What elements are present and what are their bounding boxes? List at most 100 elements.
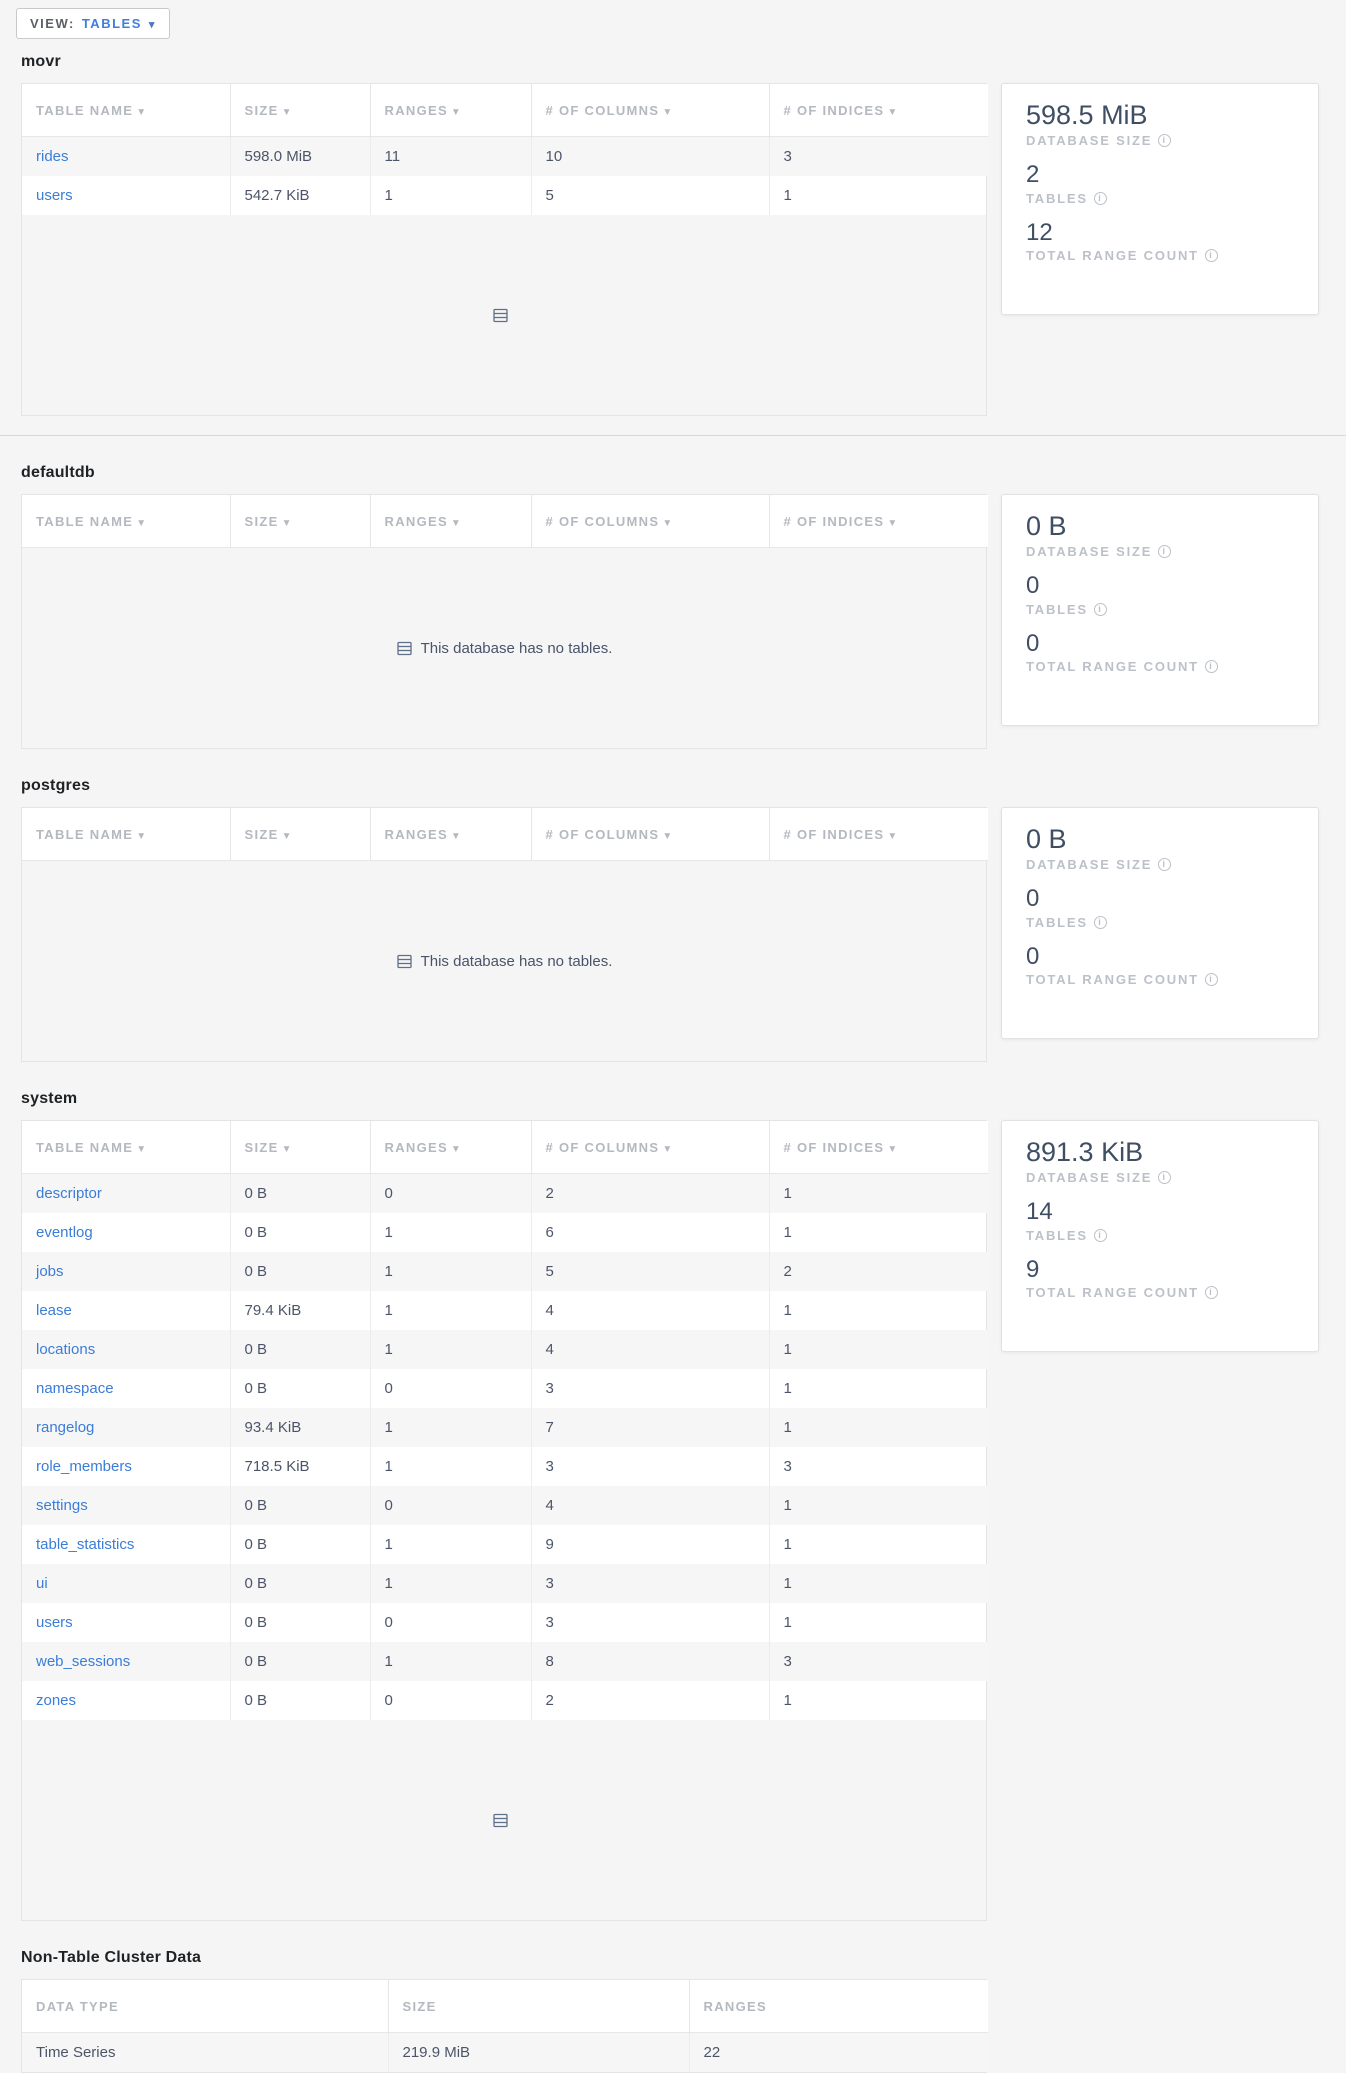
table-header-row: TABLE NAME▼SIZE▼RANGES▼# OF COLUMNS▼# OF… <box>22 808 988 861</box>
database-size-value: 598.5 MiB <box>1026 100 1294 131</box>
table-count-label: TABLES <box>1026 1228 1088 1243</box>
database-section-postgres: postgres TABLE NAME▼SIZE▼RANGES▼# OF COL… <box>21 777 1346 1062</box>
table-name-link[interactable]: rides <box>36 148 69 165</box>
cell-size: 718.5 KiB <box>230 1447 370 1486</box>
column-header--of-columns[interactable]: # OF COLUMNS▼ <box>531 1121 769 1174</box>
info-icon[interactable]: i <box>1094 603 1107 616</box>
sort-caret-icon: ▼ <box>887 831 898 842</box>
cell-indices: 2 <box>769 1252 988 1291</box>
table-name-link[interactable]: eventlog <box>36 1224 93 1241</box>
table-name-link[interactable]: zones <box>36 1692 76 1709</box>
column-header-ranges[interactable]: RANGES▼ <box>370 1121 531 1174</box>
column-header-label: DATA TYPE <box>36 1999 119 2014</box>
cell-columns: 6 <box>531 1213 769 1252</box>
database-size-label: DATABASE SIZE <box>1026 1170 1152 1185</box>
sort-caret-icon: ▼ <box>887 107 898 118</box>
non-table-data-row: Time Series219.9 MiB22 <box>22 2033 988 2073</box>
cell-ranges: 1 <box>370 1447 531 1486</box>
table-name-link[interactable]: rangelog <box>36 1419 94 1436</box>
column-header-label: # OF COLUMNS <box>546 514 660 529</box>
table-name-link[interactable]: lease <box>36 1302 72 1319</box>
column-header-size[interactable]: SIZE▼ <box>230 808 370 861</box>
column-header-size[interactable]: SIZE▼ <box>230 1121 370 1174</box>
cell-table-name: ui <box>22 1564 230 1603</box>
empty-state <box>22 215 986 415</box>
column-header--of-indices[interactable]: # OF INDICES▼ <box>769 84 988 137</box>
info-icon[interactable]: i <box>1094 916 1107 929</box>
tables-table: TABLE NAME▼SIZE▼RANGES▼# OF COLUMNS▼# OF… <box>21 494 987 749</box>
column-header-size: SIZE <box>388 1980 689 2033</box>
column-header--of-indices[interactable]: # OF INDICES▼ <box>769 808 988 861</box>
column-header--of-indices[interactable]: # OF INDICES▼ <box>769 1121 988 1174</box>
table-name-link[interactable]: users <box>36 187 73 204</box>
empty-state-message: This database has no tables. <box>421 953 613 970</box>
column-header--of-columns[interactable]: # OF COLUMNS▼ <box>531 808 769 861</box>
table-row: jobs0 B152 <box>22 1252 988 1291</box>
view-dropdown[interactable]: VIEW: TABLES ▾ <box>16 8 170 39</box>
database-section-defaultdb: defaultdb TABLE NAME▼SIZE▼RANGES▼# OF CO… <box>21 464 1346 749</box>
cell-size: 79.4 KiB <box>230 1291 370 1330</box>
column-header-table-name[interactable]: TABLE NAME▼ <box>22 495 230 548</box>
info-icon[interactable]: i <box>1205 660 1218 673</box>
table-name-link[interactable]: locations <box>36 1341 95 1358</box>
column-header-label: # OF INDICES <box>784 103 885 118</box>
table-name-link[interactable]: table_statistics <box>36 1536 134 1553</box>
column-header-table-name[interactable]: TABLE NAME▼ <box>22 84 230 137</box>
column-header--of-columns[interactable]: # OF COLUMNS▼ <box>531 84 769 137</box>
table-name-link[interactable]: namespace <box>36 1380 114 1397</box>
column-header-size[interactable]: SIZE▼ <box>230 84 370 137</box>
info-icon[interactable]: i <box>1158 1171 1171 1184</box>
table-name-link[interactable]: jobs <box>36 1263 64 1280</box>
table-name-link[interactable]: role_members <box>36 1458 132 1475</box>
range-count-label: TOTAL RANGE COUNT <box>1026 659 1199 674</box>
column-header-label: RANGES <box>385 827 448 842</box>
table-header-row: TABLE NAME▼SIZE▼RANGES▼# OF COLUMNS▼# OF… <box>22 1121 988 1174</box>
cell-indices: 1 <box>769 1213 988 1252</box>
sort-caret-icon: ▼ <box>451 831 462 842</box>
info-icon[interactable]: i <box>1158 858 1171 871</box>
cell-indices: 1 <box>769 1174 988 1214</box>
table-name-link[interactable]: descriptor <box>36 1185 102 1202</box>
table-name-link[interactable]: settings <box>36 1497 88 1514</box>
column-header-ranges[interactable]: RANGES▼ <box>370 808 531 861</box>
column-header-label: SIZE <box>245 827 279 842</box>
info-icon[interactable]: i <box>1205 973 1218 986</box>
cell-ranges: 1 <box>370 1642 531 1681</box>
column-header-label: SIZE <box>403 1999 437 2014</box>
database-size-value: 891.3 KiB <box>1026 1137 1294 1168</box>
cell-indices: 1 <box>769 1525 988 1564</box>
cell-table-name: web_sessions <box>22 1642 230 1681</box>
column-header-ranges[interactable]: RANGES▼ <box>370 495 531 548</box>
info-icon[interactable]: i <box>1094 192 1107 205</box>
column-header-table-name[interactable]: TABLE NAME▼ <box>22 808 230 861</box>
cell-table-name: table_statistics <box>22 1525 230 1564</box>
table-header-row: TABLE NAME▼SIZE▼RANGES▼# OF COLUMNS▼# OF… <box>22 495 988 548</box>
cell-columns: 8 <box>531 1642 769 1681</box>
cell-ranges: 1 <box>370 176 531 215</box>
info-icon[interactable]: i <box>1158 134 1171 147</box>
view-dropdown-value: TABLES <box>82 16 142 31</box>
table-row: users0 B031 <box>22 1603 988 1642</box>
column-header-ranges[interactable]: RANGES▼ <box>370 84 531 137</box>
table-name-link[interactable]: web_sessions <box>36 1653 130 1670</box>
column-header-size[interactable]: SIZE▼ <box>230 495 370 548</box>
sort-caret-icon: ▼ <box>282 831 293 842</box>
info-icon[interactable]: i <box>1158 545 1171 558</box>
column-header--of-columns[interactable]: # OF COLUMNS▼ <box>531 495 769 548</box>
table-row: descriptor0 B021 <box>22 1174 988 1214</box>
info-icon[interactable]: i <box>1094 1229 1107 1242</box>
table-icon <box>492 1812 509 1829</box>
cell-indices: 1 <box>769 1330 988 1369</box>
column-header--of-indices[interactable]: # OF INDICES▼ <box>769 495 988 548</box>
table-row: namespace0 B031 <box>22 1369 988 1408</box>
database-section-movr: movr TABLE NAME▼SIZE▼RANGES▼# OF COLUMNS… <box>21 53 1346 416</box>
table-name-link[interactable]: ui <box>36 1575 48 1592</box>
info-icon[interactable]: i <box>1205 1286 1218 1299</box>
cell-ranges: 0 <box>370 1603 531 1642</box>
info-icon[interactable]: i <box>1205 249 1218 262</box>
column-header-table-name[interactable]: TABLE NAME▼ <box>22 1121 230 1174</box>
cell-size: 219.9 MiB <box>388 2033 689 2073</box>
column-header-label: RANGES <box>385 103 448 118</box>
table-name-link[interactable]: users <box>36 1614 73 1631</box>
cell-columns: 3 <box>531 1564 769 1603</box>
